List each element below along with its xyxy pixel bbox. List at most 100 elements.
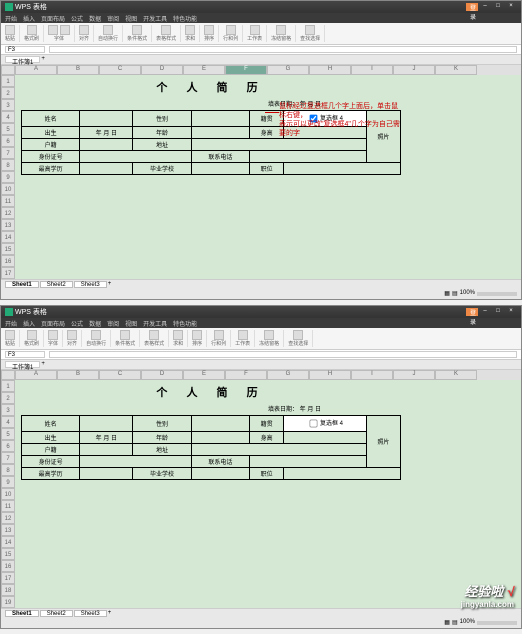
menu-item[interactable]: 插入 [23,319,35,327]
col-header[interactable]: K [435,65,477,75]
maximize-icon[interactable]: □ [492,308,504,316]
zoom-slider[interactable] [477,292,517,296]
row-header[interactable]: 17 [1,572,15,584]
row-header[interactable]: 9 [1,171,15,183]
row-header[interactable]: 1 [1,75,15,87]
row-header[interactable]: 16 [1,560,15,572]
workbook-tab[interactable]: 工作簿1 [5,361,40,368]
font-icon[interactable] [48,25,58,35]
cell-grid[interactable]: 个 人 简 历 填表日期： 年 月 日 姓名 性别 籍贯 复选框 4 照片 出生… [15,380,521,608]
row-header[interactable]: 5 [1,428,15,440]
select-all-corner[interactable] [1,370,15,380]
formula-input[interactable] [49,351,517,358]
sheet-tab[interactable]: Sheet1 [5,281,39,288]
row-header[interactable]: 16 [1,255,15,267]
select-all-corner[interactable] [1,65,15,75]
row-header[interactable]: 17 [1,267,15,279]
paste-icon[interactable] [5,25,15,35]
maximize-icon[interactable]: □ [492,3,504,11]
table-style-icon[interactable] [149,330,159,340]
col-header[interactable]: B [57,370,99,380]
col-header[interactable]: I [351,65,393,75]
col-header[interactable]: H [309,370,351,380]
close-icon[interactable]: × [505,308,517,316]
cell-reference-box[interactable]: F3 [5,46,45,53]
col-header[interactable]: B [57,65,99,75]
col-header[interactable]: J [393,65,435,75]
sum-icon[interactable] [173,330,183,340]
wrap-icon[interactable] [91,330,101,340]
cell-grid[interactable]: 个 人 简 历 填表日期： 年 月 日 姓名 性别 籍贯 复选框 4 照片 [15,75,521,279]
col-header[interactable]: C [99,65,141,75]
menu-item[interactable]: 页面布局 [41,319,65,327]
bold-icon[interactable] [60,25,70,35]
row-header[interactable]: 10 [1,488,15,500]
row-header[interactable]: 3 [1,99,15,111]
sheet-tab[interactable]: Sheet3 [74,281,107,288]
row-header[interactable]: 15 [1,548,15,560]
font-icon[interactable] [48,330,58,340]
align-icon[interactable] [79,25,89,35]
freeze-icon[interactable] [276,25,286,35]
checkbox-input[interactable] [310,420,318,428]
menu-item[interactable]: 数据 [89,319,101,327]
col-header[interactable]: F [225,370,267,380]
login-button[interactable]: 登录 [466,308,478,316]
col-header[interactable]: G [267,65,309,75]
menu-item[interactable]: 审阅 [107,14,119,22]
close-icon[interactable]: × [505,3,517,11]
row-header[interactable]: 2 [1,87,15,99]
col-header[interactable]: K [435,370,477,380]
row-header[interactable]: 11 [1,195,15,207]
sheet-tab[interactable]: Sheet1 [5,610,39,617]
sort-icon[interactable] [204,25,214,35]
menu-item[interactable]: 视图 [125,14,137,22]
col-header[interactable]: E [183,65,225,75]
sum-icon[interactable] [185,25,195,35]
row-header[interactable]: 14 [1,231,15,243]
row-header[interactable]: 7 [1,147,15,159]
menu-item[interactable]: 特色功能 [173,319,197,327]
row-header[interactable]: 13 [1,219,15,231]
checkbox-cell[interactable]: 复选框 4 [284,416,366,432]
col-header[interactable]: A [15,65,57,75]
row-header[interactable]: 6 [1,440,15,452]
row-header[interactable]: 19 [1,596,15,608]
menu-item[interactable]: 页面布局 [41,14,65,22]
cell-reference-box[interactable]: F3 [5,351,45,358]
format-icon[interactable] [120,330,130,340]
formula-input[interactable] [49,46,517,53]
table-style-icon[interactable] [161,25,171,35]
col-header[interactable]: I [351,370,393,380]
sheet-tab[interactable]: Sheet2 [40,610,73,617]
workbook-tab[interactable]: 工作簿1 [5,56,40,63]
align-icon[interactable] [67,330,77,340]
menu-item[interactable]: 公式 [71,14,83,22]
row-header[interactable]: 12 [1,207,15,219]
menu-item[interactable]: 审阅 [107,319,119,327]
col-header[interactable]: J [393,370,435,380]
menu-item[interactable]: 插入 [23,14,35,22]
find-icon[interactable] [305,25,315,35]
paste-icon[interactable] [5,330,15,340]
add-tab-icon[interactable]: + [41,56,45,63]
menu-item[interactable]: 开始 [5,14,17,22]
row-header[interactable]: 11 [1,500,15,512]
row-header[interactable]: 8 [1,464,15,476]
col-header[interactable]: A [15,370,57,380]
freeze-icon[interactable] [264,330,274,340]
col-header[interactable]: E [183,370,225,380]
sheet-icon[interactable] [238,330,248,340]
find-icon[interactable] [293,330,303,340]
col-header[interactable]: D [141,370,183,380]
login-button[interactable]: 登录 [466,3,478,11]
col-header[interactable]: F [225,65,267,75]
format-painter-icon[interactable] [27,330,37,340]
add-sheet-icon[interactable]: + [108,281,112,288]
row-header[interactable]: 12 [1,512,15,524]
add-tab-icon[interactable]: + [41,361,45,368]
row-header[interactable]: 14 [1,536,15,548]
rowcol-icon[interactable] [214,330,224,340]
sort-icon[interactable] [192,330,202,340]
add-sheet-icon[interactable]: + [108,610,112,617]
